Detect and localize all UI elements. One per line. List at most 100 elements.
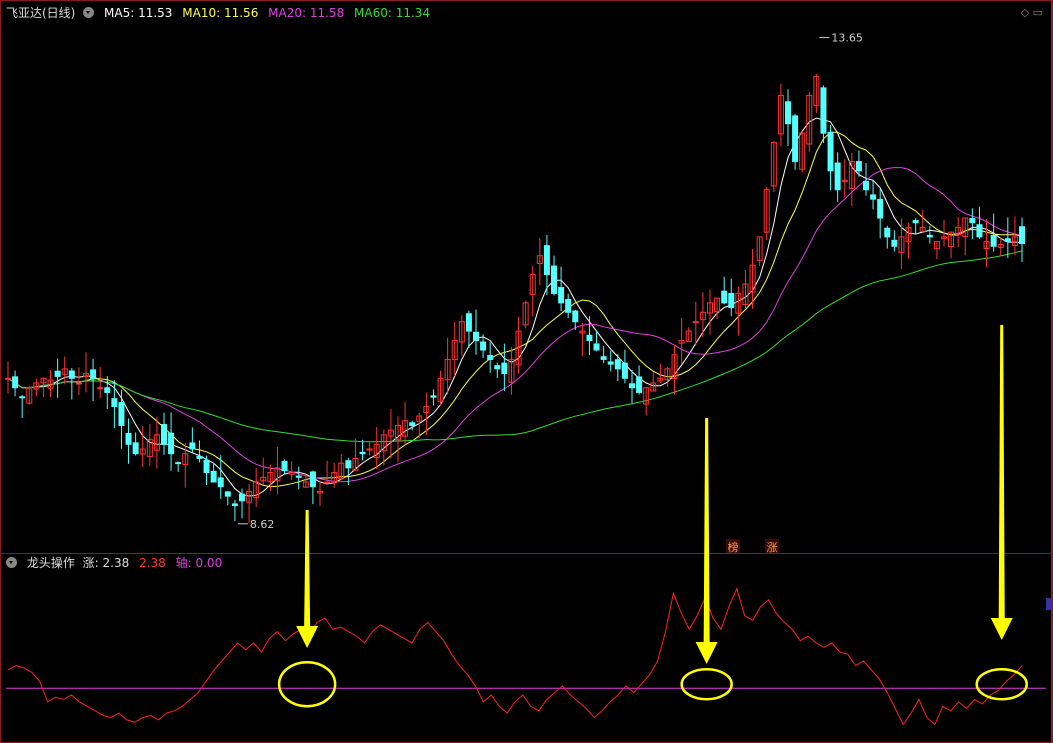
- candle-body: [125, 432, 132, 445]
- zhang-label: 涨: 2.38: [82, 556, 130, 570]
- candle-body: [614, 359, 621, 370]
- candle-body: [572, 310, 579, 323]
- candle-body: [480, 341, 487, 351]
- indicator-panel: [6, 587, 1046, 726]
- candle-body: [309, 471, 316, 488]
- candle-body: [692, 321, 699, 324]
- candle-body: [54, 370, 61, 377]
- candle-body: [600, 356, 607, 360]
- candle-body: [728, 293, 735, 309]
- window-controls[interactable]: ◇ ▭: [1021, 6, 1043, 19]
- candle-body: [1019, 226, 1025, 244]
- candle-body: [834, 162, 841, 191]
- candle-body: [721, 290, 728, 304]
- candle-body: [494, 365, 501, 370]
- indicator-line: [7, 587, 1023, 726]
- candle-body: [820, 87, 827, 134]
- candle-body: [636, 376, 643, 393]
- signal-marks: 榜涨: [277, 325, 1052, 708]
- signal-circle: [277, 660, 337, 708]
- ma60-line: [7, 250, 1023, 443]
- sub-header: 龙头操作 涨: 2.38 2.38 轴: 0.00: [6, 555, 228, 571]
- price-annotations: 13.65 8.62: [237, 32, 863, 531]
- candle-body: [175, 462, 182, 465]
- candle-body: [324, 481, 331, 484]
- candle-body: [884, 227, 891, 238]
- signal-tag-text: 涨: [767, 541, 778, 554]
- ma10-line: [7, 131, 1023, 488]
- candle-body: [203, 459, 210, 474]
- candle-body: [217, 477, 224, 488]
- main-header: 飞亚达(日线) MA5: 11.53 MA10: 11.56 MA20: 11.…: [6, 5, 436, 21]
- candle-body: [231, 503, 238, 507]
- candle-body: [863, 180, 869, 191]
- candle-body: [629, 383, 635, 389]
- candle-body: [359, 451, 366, 455]
- candlesticks: [5, 73, 1025, 524]
- candle-body: [501, 362, 508, 375]
- ma60-label: MA60: 11.34: [354, 6, 431, 20]
- candle-body: [409, 422, 416, 426]
- candle-body: [593, 343, 600, 351]
- signal-arrow: [990, 325, 1013, 640]
- candle-body: [473, 331, 479, 342]
- candle-body: [12, 376, 19, 389]
- candle-body: [210, 470, 217, 483]
- right-axis-marker: [1046, 598, 1052, 610]
- ma20-label: MA20: 11.58: [268, 6, 345, 20]
- candle-body: [912, 220, 919, 224]
- candle-body: [543, 245, 550, 276]
- candle-body: [161, 424, 167, 445]
- candle-body: [465, 313, 472, 332]
- signal-circle: [975, 667, 1028, 701]
- candle-body: [877, 198, 884, 219]
- ma5-label: MA5: 11.53: [104, 6, 173, 20]
- ma5-line: [7, 117, 1023, 497]
- candle-body: [196, 455, 203, 459]
- candle-body: [189, 442, 196, 450]
- stock-title: 飞亚达(日线): [6, 6, 76, 20]
- moving-average-lines: [7, 117, 1023, 497]
- candle-body: [168, 432, 175, 455]
- zhang-value: 2.38: [139, 556, 166, 570]
- signal-arrow: [296, 510, 319, 648]
- high-price-label: 13.65: [831, 32, 863, 45]
- candle-body: [132, 442, 139, 455]
- low-price-label: 8.62: [250, 518, 275, 531]
- menu-icon[interactable]: ▭: [1033, 6, 1043, 19]
- candle-body: [239, 493, 245, 502]
- candle-body: [586, 334, 593, 342]
- candle-body: [487, 355, 494, 360]
- candle-body: [118, 402, 125, 426]
- zhou-label: 轴: 0.00: [175, 556, 223, 570]
- candle-body: [891, 239, 898, 247]
- candle-body: [345, 460, 352, 469]
- candle-body: [104, 387, 111, 393]
- candle-body: [5, 377, 11, 380]
- ma10-label: MA10: 11.56: [182, 6, 259, 20]
- candle-body: [295, 475, 302, 478]
- indicator-dropdown-icon[interactable]: [6, 557, 17, 568]
- dropdown-icon[interactable]: [83, 7, 95, 18]
- candle-body: [607, 361, 614, 365]
- candle-body: [75, 382, 82, 385]
- candle-body: [827, 131, 834, 172]
- candle-body: [565, 299, 572, 313]
- candle-body: [990, 235, 997, 247]
- candle-body: [224, 491, 231, 497]
- candle-body: [281, 460, 288, 472]
- diamond-icon[interactable]: ◇: [1021, 6, 1029, 19]
- candle-body: [621, 362, 628, 379]
- candle-body: [976, 224, 983, 238]
- candle-body: [19, 396, 26, 399]
- candle-body: [926, 234, 933, 238]
- candle-body: [111, 398, 118, 408]
- candle-body: [558, 287, 565, 304]
- candle-body: [870, 194, 877, 200]
- candle-body: [90, 369, 97, 379]
- signal-tag-text: 榜: [728, 540, 739, 554]
- candle-body: [551, 265, 557, 294]
- stock-chart[interactable]: 13.658.62 榜涨: [0, 0, 1053, 743]
- candle-body: [785, 101, 791, 125]
- candle-body: [792, 115, 799, 162]
